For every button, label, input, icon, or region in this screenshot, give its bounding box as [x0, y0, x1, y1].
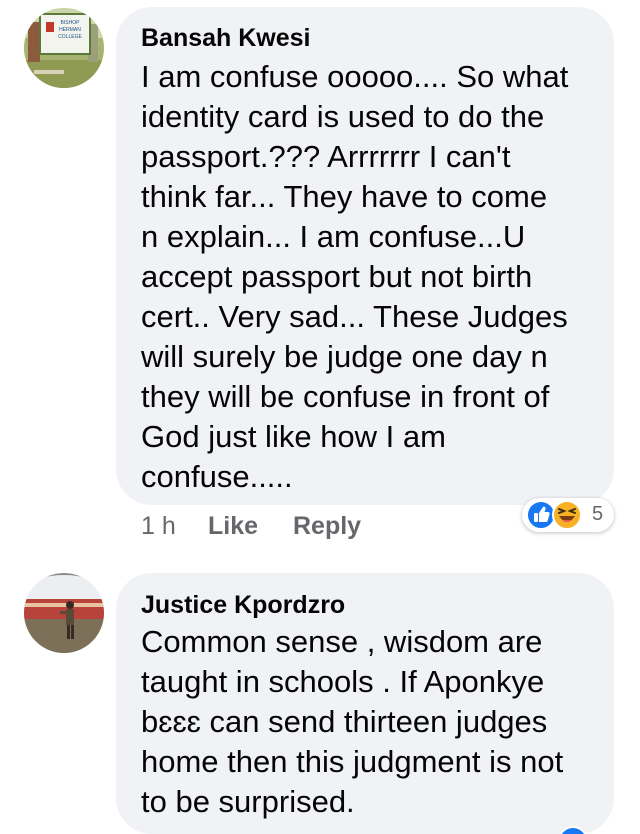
- like-icon: [559, 826, 587, 834]
- reactions-summary-partial[interactable]: [556, 824, 590, 834]
- like-button[interactable]: Like: [208, 512, 258, 541]
- laughing-emoji-icon: [552, 500, 582, 530]
- comment-author-name[interactable]: Justice Kpordzro: [141, 591, 345, 620]
- comment-text-line: confuse.....: [141, 459, 293, 494]
- reply-button[interactable]: Reply: [293, 512, 361, 541]
- avatar-sign-line: COLLEGE: [58, 34, 82, 40]
- avatar-sign-line: BISHOP: [61, 20, 81, 26]
- avatar-photo: BISHOP HERMAN COLLEGE: [24, 8, 104, 88]
- comment-text-line: identity card is used to do the: [141, 99, 545, 134]
- comment-text-line: I am confuse ooooo.... So what: [141, 59, 569, 94]
- reaction-count: 5: [592, 503, 604, 525]
- comment-text-line: cert.. Very sad... These Judges: [141, 299, 568, 334]
- comment-author-name[interactable]: Bansah Kwesi: [141, 24, 311, 53]
- comment-text-line: n explain... I am confuse...U: [141, 219, 526, 254]
- comment-text-line: God just like how I am: [141, 419, 446, 454]
- avatar-photo: [24, 573, 104, 653]
- comment-text-line: Common sense , wisdom are: [141, 624, 543, 659]
- reactions-summary[interactable]: 5: [522, 498, 614, 532]
- comment-text-line: they will be confuse in front of: [141, 379, 550, 414]
- comment-text-line: home then this judgment is not: [141, 744, 564, 779]
- comment-text-line: taught in schools . If Aponkye: [141, 664, 545, 699]
- avatar[interactable]: BISHOP HERMAN COLLEGE: [24, 8, 104, 88]
- comment-timestamp[interactable]: 1 h: [141, 512, 176, 541]
- comment-text-line: will surely be judge one day n: [141, 339, 548, 374]
- avatar-sign-line: HERMAN: [59, 27, 81, 33]
- comment-text-line: to be surprised.: [141, 784, 355, 819]
- avatar[interactable]: [24, 573, 104, 653]
- comment-text-line: bɛɛɛ can send thirteen judges: [141, 704, 548, 739]
- comment-text-line: think far... They have to come: [141, 179, 548, 214]
- comment-text-line: passport.??? Arrrrrrr I can't: [141, 139, 511, 174]
- comment-text-line: accept passport but not birth: [141, 259, 533, 294]
